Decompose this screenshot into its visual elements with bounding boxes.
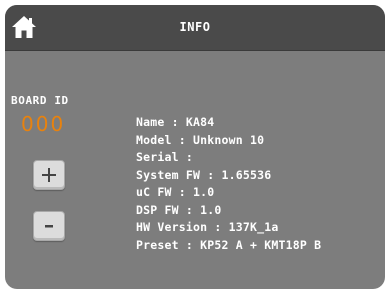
info-hw-version: HW Version : 137K_1a (136, 220, 279, 234)
info-serial: Serial : (136, 150, 193, 164)
info-model: Model : Unknown 10 (136, 132, 265, 147)
header-bar: INFO (5, 5, 385, 51)
board-id-label: BOARD ID (11, 94, 69, 107)
info-name: Name : KA84 (136, 115, 215, 129)
board-id-value: 000 (21, 112, 66, 136)
decrement-button[interactable] (33, 211, 65, 241)
device-screen: INFO BOARD ID 000 Name : KA84 Model : Un… (5, 5, 385, 289)
info-uc-fw: uC FW : 1.0 (136, 185, 215, 199)
page-title: INFO (179, 20, 211, 34)
info-list: Name : KA84 Model : Unknown 10 Serial : … (136, 114, 321, 254)
info-dsp-fw: DSP FW : 1.0 (136, 202, 222, 217)
minus-icon (45, 225, 53, 228)
increment-button[interactable] (33, 160, 65, 190)
info-system-fw: System FW : 1.65536 (136, 167, 272, 182)
plus-icon (42, 168, 56, 182)
info-preset: Preset : KP52 A + KMT18P B (136, 237, 322, 252)
